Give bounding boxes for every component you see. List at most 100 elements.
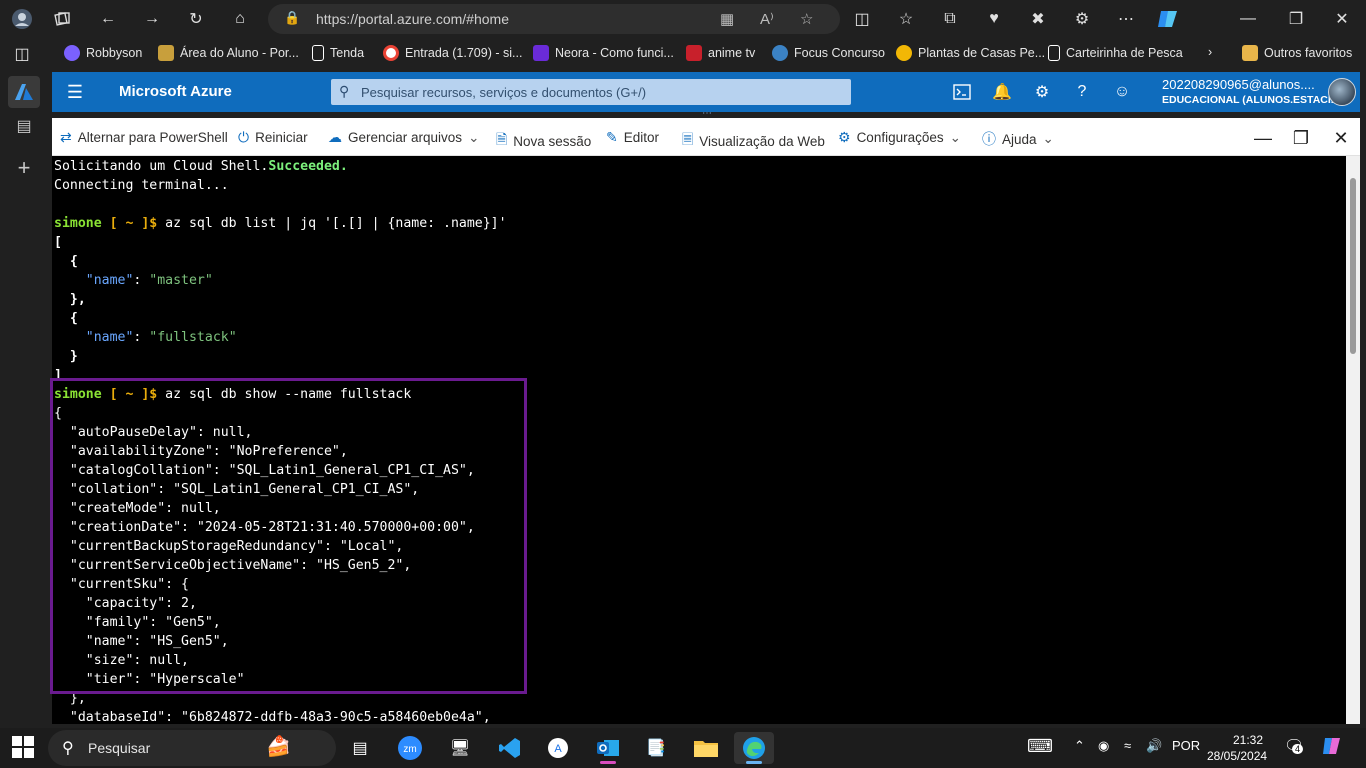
pencil-icon: ✎ — [606, 129, 618, 145]
azure-tab-icon[interactable] — [8, 76, 40, 108]
bookmark-entrada[interactable]: Entrada (1.709) - si... — [383, 45, 522, 61]
anime-tv-icon — [686, 45, 702, 61]
web-preview-button[interactable]: 🗏 Visualização da Web — [682, 129, 825, 153]
cloud-shell-toolbar: ⇄ Alternar para PowerShell ⏻ Reiniciar ☁ Ge… — [52, 118, 1360, 156]
favorites-icon[interactable]: ☆ — [890, 4, 922, 34]
app-available-icon[interactable]: ▦ — [720, 10, 734, 28]
bookmark-plantas[interactable]: Plantas de Casas Pe... — [896, 45, 1045, 61]
cloud-shell-icon[interactable] — [950, 80, 974, 104]
other-favorites[interactable]: Outros favoritos — [1242, 45, 1352, 61]
highlight-box — [50, 378, 527, 694]
terminal-line: { — [54, 254, 78, 269]
home-icon[interactable]: ⌂ — [224, 4, 256, 34]
notes-app-icon[interactable]: 📑 — [636, 732, 676, 764]
address-bar[interactable]: 🔒 https://portal.azure.com/#home ▦ A⁾ ☆ — [268, 4, 840, 34]
screenshot-icon[interactable]: ✖ — [1022, 4, 1054, 34]
bookmark-focus-concurso[interactable]: Focus Concurso — [772, 45, 885, 61]
bookmark-anime-tv[interactable]: anime tv — [686, 45, 755, 61]
restore-icon[interactable]: ❐ — [1280, 4, 1312, 34]
close-shell-icon[interactable]: ✕ — [1328, 126, 1354, 150]
forward-icon[interactable]: → — [136, 4, 168, 34]
copilot-icon[interactable] — [1152, 4, 1184, 34]
azure-search-placeholder: Pesquisar recursos, serviços e documento… — [361, 85, 647, 100]
settings-button[interactable]: ⚙ Configurações ⌄ — [838, 129, 961, 146]
profile-avatar-icon[interactable] — [6, 4, 38, 34]
minimize-shell-icon[interactable]: — — [1250, 126, 1276, 150]
task-view-icon[interactable]: ▤ — [340, 732, 380, 764]
notifications-bell-icon[interactable]: 🔔 — [990, 80, 1014, 104]
close-window-icon[interactable]: ✕ — [1326, 4, 1358, 34]
outlook-icon[interactable] — [588, 732, 628, 764]
switch-icon: ⇄ — [60, 129, 72, 145]
bookmarks-bar: ◫ Robbyson Área do Aluno - Por... Tenda … — [0, 38, 1366, 70]
help-button[interactable]: ⓘ Ajuda ⌄ — [982, 129, 1054, 149]
back-icon[interactable]: ← — [92, 4, 124, 34]
tray-chevron-icon[interactable]: ⌃ — [1074, 738, 1085, 754]
terminal-line: "databaseId": "6b824872-ddfb-48a3-90c5-a… — [54, 710, 491, 724]
new-session-button[interactable]: 🗎 Nova sessão — [496, 129, 591, 153]
file-explorer-icon[interactable] — [686, 732, 726, 764]
language-indicator[interactable]: POR — [1172, 738, 1200, 753]
restart-button[interactable]: ⏻ Reiniciar — [238, 129, 308, 146]
switch-powershell-button[interactable]: ⇄ Alternar para PowerShell — [60, 129, 228, 146]
settings-gear-icon[interactable]: ⚙ — [1030, 80, 1054, 104]
refresh-icon[interactable]: ↻ — [180, 4, 212, 34]
bookmark-carteirinha[interactable]: Carteirinha de Pesca — [1048, 45, 1183, 61]
favorite-star-icon[interactable]: ☆ — [800, 10, 813, 28]
terminal-scrollbar[interactable] — [1346, 156, 1360, 724]
more-icon[interactable]: ⋯ — [1110, 4, 1142, 34]
scrollbar-thumb[interactable] — [1350, 178, 1356, 354]
help-icon[interactable]: ? — [1070, 80, 1094, 104]
gear-icon: ⚙ — [838, 129, 851, 145]
feedback-icon[interactable]: ☺ — [1110, 80, 1134, 104]
bookmark-robbyson[interactable]: Robbyson — [64, 45, 142, 61]
minimize-icon[interactable]: — — [1232, 4, 1264, 34]
area-aluno-icon — [158, 45, 174, 61]
taskbar-search[interactable]: ⚲ Pesquisar 🍰 — [48, 730, 336, 766]
extensions-icon[interactable]: ⚙ — [1066, 4, 1098, 34]
azure-header: ☰ Microsoft Azure ⚲ Pesquisar recursos, … — [52, 72, 1360, 112]
search-icon: ⚲ — [62, 740, 74, 757]
active-indicator — [600, 761, 616, 764]
read-aloud-icon[interactable]: A⁾ — [760, 10, 774, 28]
app-store-icon[interactable]: A — [538, 732, 578, 764]
keyboard-icon[interactable]: ⌨ — [1027, 736, 1053, 757]
tab-page-icon[interactable]: ▤ — [8, 110, 40, 142]
zoom-app-icon[interactable]: zm — [390, 732, 430, 764]
tab-actions-icon[interactable]: ◫ — [6, 39, 38, 69]
workspaces-icon[interactable] — [46, 4, 78, 34]
address-url[interactable]: https://portal.azure.com/#home — [316, 11, 509, 27]
notification-center-icon[interactable]: 🗨4 — [1284, 736, 1304, 756]
windows-start-icon[interactable] — [12, 736, 36, 760]
edge-browser-icon[interactable] — [734, 732, 774, 764]
bookmark-area-aluno[interactable]: Área do Aluno - Por... — [158, 45, 299, 61]
account-info[interactable]: 202208290965@alunos.... EDUCACIONAL (ALU… — [1162, 77, 1340, 106]
remote-desktop-icon[interactable]: 🖥 — [440, 732, 480, 764]
split-screen-icon[interactable]: ◫ — [846, 4, 878, 34]
svg-text:A: A — [554, 743, 562, 755]
azure-title[interactable]: Microsoft Azure — [119, 83, 232, 100]
meet-now-icon[interactable]: ◉ — [1098, 738, 1109, 754]
windows-taskbar: ⚲ Pesquisar 🍰 ▤ zm 🖥 A 📑 ⌨ ⌃ ◉ ≈ 🔊 POR 2… — [0, 728, 1366, 768]
bookmarks-overflow-icon[interactable]: › — [1208, 45, 1212, 59]
volume-icon[interactable]: 🔊 — [1146, 738, 1162, 754]
portal-menu-icon[interactable]: ☰ — [62, 78, 88, 106]
system-clock[interactable]: 21:32 28/05/2024 — [1207, 732, 1268, 764]
maximize-shell-icon[interactable]: ❐ — [1288, 126, 1314, 150]
copilot-taskbar-icon[interactable] — [1322, 736, 1342, 759]
wifi-icon[interactable]: ≈ — [1124, 738, 1131, 753]
terminal-line: "name": "master" — [85, 273, 213, 288]
browser-essentials-icon[interactable]: ♥ — [978, 4, 1010, 34]
manage-files-button[interactable]: ☁ Gerenciar arquivos ⌄ — [328, 129, 479, 146]
bookmark-tenda[interactable]: Tenda — [312, 45, 364, 61]
bookmark-neora[interactable]: Neora - Como funci... — [533, 45, 674, 61]
collections-icon[interactable]: ⧉ — [934, 4, 966, 34]
avatar[interactable] — [1328, 78, 1356, 106]
azure-search-input[interactable]: ⚲ Pesquisar recursos, serviços e documen… — [331, 79, 851, 105]
new-tab-icon[interactable]: + — [8, 152, 40, 184]
vscode-icon[interactable] — [490, 732, 530, 764]
editor-button[interactable]: ✎ Editor — [606, 129, 659, 146]
clock-date: 28/05/2024 — [1207, 749, 1268, 763]
terminal-line: Solicitando um Cloud Shell.Succeeded. — [54, 159, 348, 174]
clock-time: 21:32 — [1232, 733, 1263, 747]
